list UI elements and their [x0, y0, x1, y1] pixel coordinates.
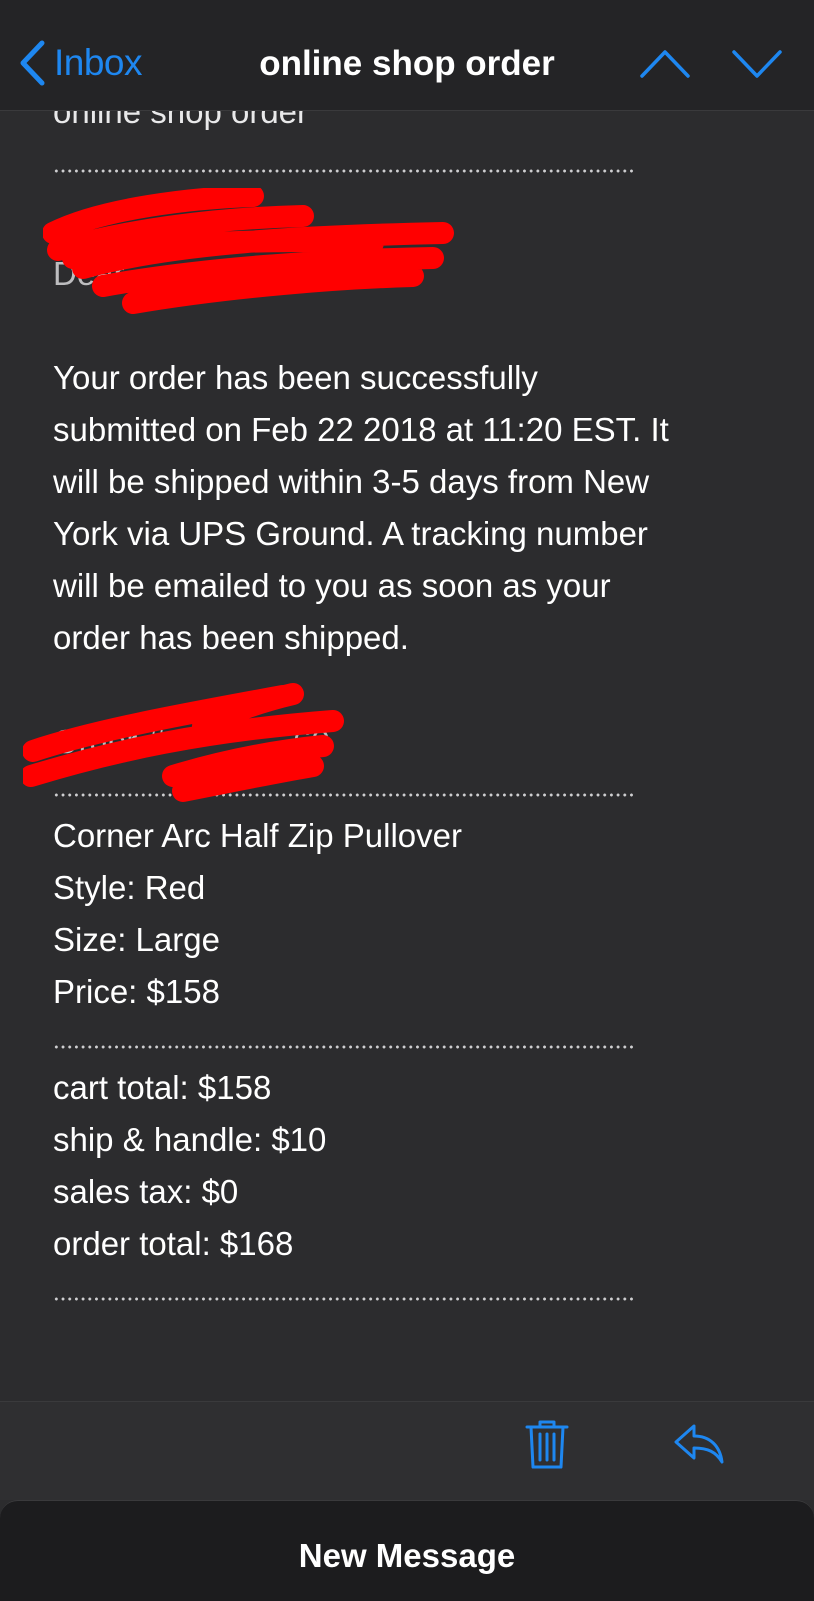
item-size: Size: Large [53, 921, 220, 958]
back-label: Inbox [54, 42, 143, 83]
chevron-up-icon[interactable] [638, 44, 692, 84]
item-price: Price: $158 [53, 973, 220, 1010]
message-toolbar [0, 1401, 814, 1500]
cart-total: cart total: $158 [53, 1069, 272, 1106]
greeting-line: Dear [43, 188, 753, 314]
item-name: Corner Arc Half Zip Pullover [53, 817, 462, 854]
navigation-bar: Inbox online shop order [0, 0, 814, 111]
back-to-inbox-button[interactable]: Inbox [18, 38, 143, 88]
order-number-line: Order # 60 [23, 683, 753, 802]
chevron-down-icon[interactable] [730, 44, 784, 84]
email-body: online shop order Dear Your order has be… [23, 104, 753, 1302]
order-totals: cart total: $158 ship & handle: $10 sale… [53, 1062, 753, 1270]
new-message-label: New Message [298, 1537, 516, 1574]
order-message: Your order has been successfully submitt… [53, 359, 669, 656]
order-number-label: Order # [53, 723, 165, 760]
chevron-left-icon [20, 40, 45, 86]
greeting-text: Dear [53, 255, 125, 292]
dotted-divider [53, 1296, 636, 1302]
new-message-bar[interactable]: New Message [0, 1500, 814, 1601]
trash-icon[interactable] [524, 1418, 570, 1470]
ship-handle: ship & handle: $10 [53, 1121, 327, 1158]
order-number-tail: 60 [293, 723, 330, 760]
reply-icon[interactable] [672, 1422, 726, 1466]
order-total: order total: $168 [53, 1225, 294, 1262]
message-navigation [638, 44, 784, 84]
item-details: Corner Arc Half Zip Pullover Style: Red … [53, 810, 753, 1018]
item-style: Style: Red [53, 869, 206, 906]
sales-tax: sales tax: $0 [53, 1173, 239, 1210]
